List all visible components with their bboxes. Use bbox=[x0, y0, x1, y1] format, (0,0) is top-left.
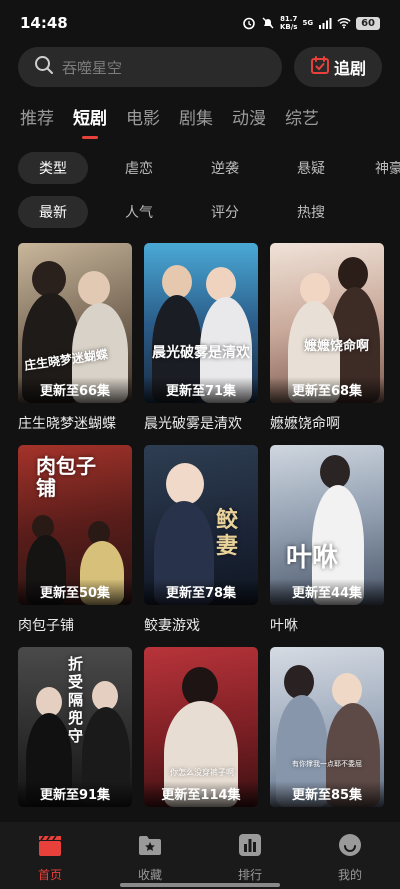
calendar-check-icon bbox=[310, 55, 330, 79]
drama-card[interactable]: 嬷嬷饶命啊 更新至68集 嬷嬷饶命啊 bbox=[270, 243, 384, 445]
update-badge: 更新至50集 bbox=[18, 579, 132, 605]
drama-title: 肉包子铺 bbox=[18, 618, 74, 634]
alarm-icon bbox=[242, 16, 256, 30]
mute-bell-icon bbox=[261, 16, 275, 30]
filter-genre-romance[interactable]: 虐恋 bbox=[104, 152, 174, 184]
sort-popular[interactable]: 人气 bbox=[104, 196, 174, 228]
signal-label: 5G bbox=[302, 19, 314, 27]
status-icons: 81.7 KB/s 5G 60 bbox=[242, 15, 380, 31]
net-speed: 81.7 KB/s bbox=[279, 15, 298, 31]
drama-title: 鲛妻游戏 bbox=[144, 618, 200, 634]
drama-card[interactable]: 折受隔兜守 更新至91集 bbox=[18, 647, 132, 849]
drama-card[interactable]: 肉包子铺 更新至50集 肉包子铺 bbox=[18, 445, 132, 647]
tab-series[interactable]: 剧集 bbox=[179, 104, 213, 129]
drama-title: 庄生晓梦迷蝴蝶 bbox=[18, 416, 116, 432]
sort-latest[interactable]: 最新 bbox=[18, 196, 88, 228]
nav-ranking[interactable]: 排行 bbox=[200, 822, 300, 889]
update-badge: 更新至78集 bbox=[144, 579, 258, 605]
drama-poster[interactable]: 庄生晓梦迷蝴蝶 更新至66集 bbox=[18, 243, 132, 403]
smiley-face-icon bbox=[337, 832, 363, 862]
battery-indicator: 60 bbox=[356, 16, 380, 30]
drama-card[interactable]: 鲛妻 更新至78集 鲛妻游戏 bbox=[144, 445, 258, 647]
poster-title: 你怎么没穿裤子啊 bbox=[170, 768, 234, 777]
drama-poster[interactable]: 叶咻 更新至44集 bbox=[270, 445, 384, 605]
nav-profile-label: 我的 bbox=[337, 868, 362, 882]
filter-genre-tycoon[interactable]: 神豪 bbox=[362, 152, 400, 184]
follow-drama-button[interactable]: 追剧 bbox=[294, 47, 382, 87]
tab-variety[interactable]: 综艺 bbox=[285, 104, 319, 129]
update-badge: 更新至71集 bbox=[144, 377, 258, 403]
drama-card[interactable]: 晨光破雾是清欢 更新至71集 晨光破雾是清欢 bbox=[144, 243, 258, 445]
tab-movie[interactable]: 电影 bbox=[126, 104, 160, 129]
drama-card[interactable]: 有你撑我一点耶不委屈 更新至85集 bbox=[270, 647, 384, 849]
poster-title: 折受隔兜守 bbox=[68, 655, 84, 745]
poster-title: 叶咻 bbox=[286, 543, 339, 573]
nav-home-label: 首页 bbox=[37, 868, 62, 882]
home-indicator[interactable] bbox=[120, 883, 280, 887]
signal-bars-icon bbox=[318, 16, 332, 30]
drama-grid: 庄生晓梦迷蝴蝶 更新至66集 庄生晓梦迷蝴蝶 晨光破雾是清欢 更新至71集 晨光… bbox=[18, 243, 384, 849]
sort-rating[interactable]: 评分 bbox=[190, 196, 260, 228]
drama-poster[interactable]: 有你撑我一点耶不委屈 更新至85集 bbox=[270, 647, 384, 807]
tab-short-drama[interactable]: 短剧 bbox=[73, 104, 107, 129]
sort-trending[interactable]: 热搜 bbox=[276, 196, 346, 228]
nav-ranking-label: 排行 bbox=[237, 868, 262, 882]
status-time: 14:48 bbox=[20, 14, 68, 32]
drama-card[interactable]: 你怎么没穿裤子啊 更新至114集 bbox=[144, 647, 258, 849]
clapperboard-icon bbox=[37, 832, 63, 862]
drama-poster[interactable]: 折受隔兜守 更新至91集 bbox=[18, 647, 132, 807]
update-badge: 更新至85集 bbox=[270, 781, 384, 807]
nav-profile[interactable]: 我的 bbox=[300, 822, 400, 889]
drama-poster[interactable]: 晨光破雾是清欢 更新至71集 bbox=[144, 243, 258, 403]
drama-title: 晨光破雾是清欢 bbox=[144, 416, 242, 432]
drama-poster[interactable]: 鲛妻 更新至78集 bbox=[144, 445, 258, 605]
filter-genre-all[interactable]: 类型 bbox=[18, 152, 88, 184]
search-row: 吞噬星空 追剧 bbox=[18, 47, 382, 87]
poster-title: 肉包子铺 bbox=[36, 454, 96, 500]
nav-favorites[interactable]: 收藏 bbox=[100, 822, 200, 889]
search-placeholder: 吞噬星空 bbox=[62, 58, 123, 77]
drama-card[interactable]: 叶咻 更新至44集 叶咻 bbox=[270, 445, 384, 647]
poster-title: 有你撑我一点耶不委屈 bbox=[292, 760, 362, 768]
bottom-nav: 首页 收藏 排行 我的 bbox=[0, 822, 400, 889]
genre-filter-row: 类型 虐恋 逆袭 悬疑 神豪 bbox=[18, 152, 400, 184]
update-badge: 更新至91集 bbox=[18, 781, 132, 807]
drama-poster[interactable]: 肉包子铺 更新至50集 bbox=[18, 445, 132, 605]
wifi-icon bbox=[337, 16, 351, 30]
poster-title: 晨光破雾是清欢 bbox=[152, 345, 250, 361]
folder-star-icon bbox=[137, 832, 163, 862]
poster-title: 鲛妻 bbox=[216, 507, 239, 559]
update-badge: 更新至114集 bbox=[144, 781, 258, 807]
category-tabs: 推荐 短剧 电影 剧集 动漫 综艺 bbox=[20, 104, 319, 129]
drama-title: 嬷嬷饶命啊 bbox=[270, 416, 340, 432]
drama-title: 叶咻 bbox=[270, 618, 298, 634]
update-badge: 更新至66集 bbox=[18, 377, 132, 403]
drama-poster[interactable]: 你怎么没穿裤子啊 更新至114集 bbox=[144, 647, 258, 807]
drama-card[interactable]: 庄生晓梦迷蝴蝶 更新至66集 庄生晓梦迷蝴蝶 bbox=[18, 243, 132, 445]
drama-poster[interactable]: 嬷嬷饶命啊 更新至68集 bbox=[270, 243, 384, 403]
nav-home[interactable]: 首页 bbox=[0, 822, 100, 889]
tab-recommend[interactable]: 推荐 bbox=[20, 104, 54, 129]
search-input[interactable]: 吞噬星空 bbox=[18, 47, 282, 87]
poster-title: 嬷嬷饶命啊 bbox=[304, 339, 370, 354]
update-badge: 更新至44集 bbox=[270, 579, 384, 605]
follow-drama-label: 追剧 bbox=[333, 59, 366, 78]
filter-genre-mystery[interactable]: 悬疑 bbox=[276, 152, 346, 184]
update-badge: 更新至68集 bbox=[270, 377, 384, 403]
sort-filter-row: 最新 人气 评分 热搜 bbox=[18, 196, 362, 228]
status-bar: 14:48 81.7 KB/s 5G 60 bbox=[0, 0, 400, 46]
search-icon bbox=[34, 55, 54, 79]
tab-anime[interactable]: 动漫 bbox=[232, 104, 266, 129]
filter-genre-comeback[interactable]: 逆袭 bbox=[190, 152, 260, 184]
bar-chart-icon bbox=[237, 832, 263, 862]
nav-favorites-label: 收藏 bbox=[137, 868, 162, 882]
